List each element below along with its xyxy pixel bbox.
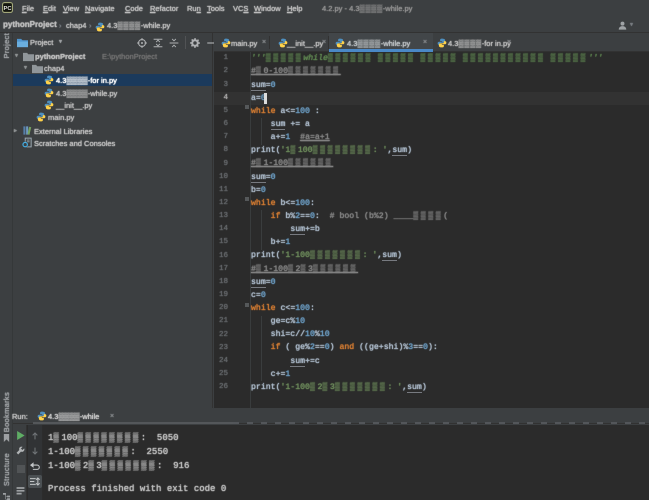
svg-text:PC: PC bbox=[3, 6, 12, 12]
